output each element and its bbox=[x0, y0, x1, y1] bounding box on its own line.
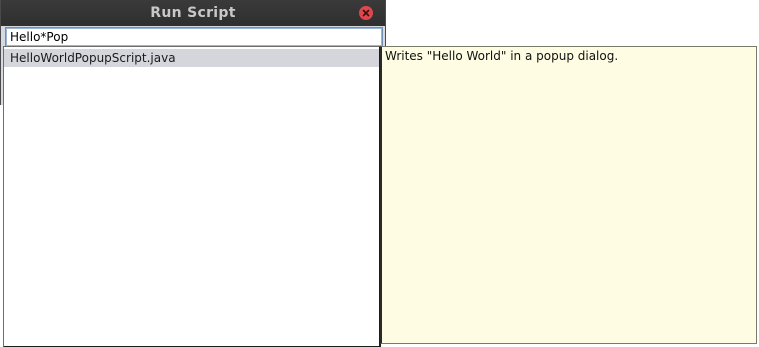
close-button[interactable] bbox=[359, 6, 373, 20]
script-description-text: Writes "Hello World" in a popup dialog. bbox=[385, 49, 619, 63]
script-description-panel: Writes "Hello World" in a popup dialog. bbox=[380, 46, 757, 344]
close-icon bbox=[362, 9, 370, 17]
title-bar[interactable]: Run Script bbox=[1, 0, 385, 26]
script-search-input[interactable] bbox=[5, 27, 383, 47]
window-title: Run Script bbox=[150, 5, 236, 21]
script-results-list[interactable]: HelloWorldPopupScript.java bbox=[3, 46, 381, 347]
list-item[interactable]: HelloWorldPopupScript.java bbox=[4, 49, 379, 67]
